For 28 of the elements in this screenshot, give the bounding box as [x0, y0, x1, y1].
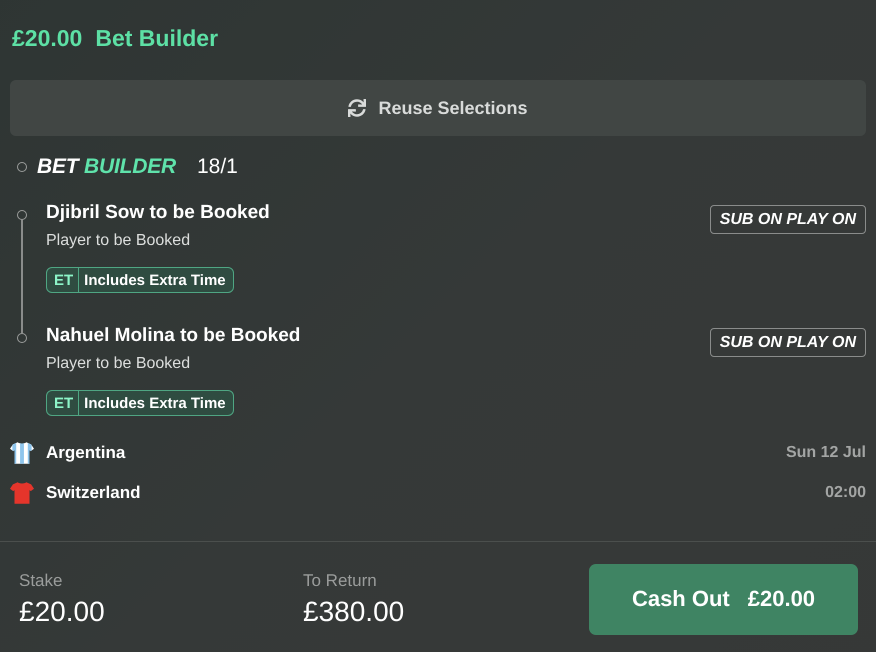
sub-on-play-on-badge: SUB ON PLAY ON — [710, 328, 866, 357]
bet-odds: 18/1 — [196, 155, 238, 179]
selection-title: Nahuel Molina to be Booked — [46, 324, 300, 348]
tag-code: ET — [47, 391, 80, 415]
selection-market: Player to be Booked — [46, 231, 190, 251]
bet-title: Bet Builder — [95, 24, 218, 52]
event-time: 02:00 — [825, 484, 866, 502]
refresh-icon — [348, 99, 366, 117]
sub-on-play-on-badge: SUB ON PLAY ON — [710, 205, 866, 234]
selection-market: Player to be Booked — [46, 354, 190, 374]
stake-label: Stake — [19, 570, 62, 592]
ring-icon — [17, 210, 27, 220]
team-name: Argentina — [46, 443, 126, 463]
tag-code: ET — [47, 268, 80, 292]
cash-out-button[interactable]: Cash Out £20.00 — [589, 564, 858, 634]
stake-value: £20.00 — [19, 596, 105, 628]
reuse-selections-button[interactable]: Reuse Selections — [10, 80, 866, 136]
to-return-value: £380.00 — [303, 596, 404, 628]
tag-label: Includes Extra Time — [83, 394, 227, 414]
team-name: Switzerland — [46, 483, 140, 503]
bet-amount: £20.00 — [12, 24, 82, 52]
selection-title: Djibril Sow to be Booked — [46, 201, 270, 225]
ring-icon — [17, 162, 27, 172]
ring-icon — [17, 333, 27, 343]
bet-builder-logo: BET BUILDER — [37, 155, 176, 179]
tag-label: Includes Extra Time — [83, 270, 227, 290]
to-return-label: To Return — [303, 570, 377, 592]
event-date: Sun 12 Jul — [786, 444, 866, 462]
